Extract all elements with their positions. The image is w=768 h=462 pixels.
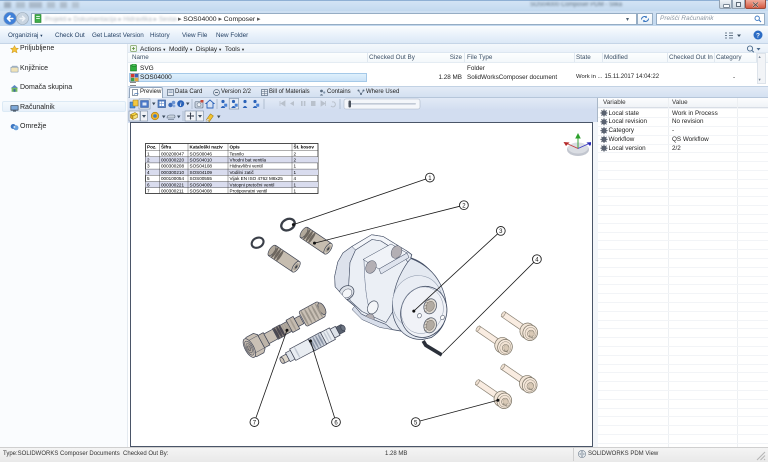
svg-text:SOS04109: SOS04109 — [190, 169, 213, 174]
svg-text:SOS00555: SOS00555 — [190, 176, 213, 181]
svg-text:Vhodni bat ventila: Vhodni bat ventila — [230, 157, 267, 162]
svg-text:SOS04108: SOS04108 — [190, 163, 213, 168]
svg-text:2: 2 — [294, 157, 297, 162]
svg-text:000300208: 000300208 — [161, 163, 184, 168]
svg-text:1: 1 — [294, 163, 297, 168]
svg-text:5: 5 — [147, 176, 150, 181]
svg-text:Kataloški naziv: Kataloški naziv — [190, 144, 224, 149]
svg-text:2: 2 — [294, 151, 297, 156]
svg-text:SOS00046: SOS00046 — [190, 151, 213, 156]
svg-text:000100054: 000100054 — [161, 176, 184, 181]
svg-text:Vstopni pretočni ventil: Vstopni pretočni ventil — [230, 182, 275, 187]
svg-text:Poz.: Poz. — [147, 144, 156, 149]
svg-text:1: 1 — [294, 182, 297, 187]
svg-text:SOS04009: SOS04009 — [190, 182, 213, 187]
svg-text:Šifra: Šifra — [161, 142, 172, 149]
svg-text:000200047: 000200047 — [161, 151, 184, 156]
svg-text:7: 7 — [147, 188, 150, 193]
svg-text:Št. kosov: Št. kosov — [294, 142, 315, 149]
svg-text:000300211: 000300211 — [161, 188, 184, 193]
svg-text:Opis: Opis — [230, 144, 241, 149]
svg-text:Tesnilo: Tesnilo — [230, 151, 245, 156]
svg-text:Vodilni zatič: Vodilni zatič — [230, 169, 255, 174]
svg-text:Hidravlični ventil: Hidravlični ventil — [230, 163, 263, 168]
svg-text:?: ? — [756, 32, 760, 39]
svg-text:Protipovratni ventil: Protipovratni ventil — [230, 188, 268, 193]
svg-text:000300221: 000300221 — [161, 182, 184, 187]
svg-text:1: 1 — [294, 188, 297, 193]
svg-text:000300210: 000300210 — [161, 169, 184, 174]
svg-text:SOS04010: SOS04010 — [190, 157, 213, 162]
svg-text:4: 4 — [147, 169, 150, 174]
svg-text:SOS04008: SOS04008 — [190, 188, 213, 193]
svg-text:1: 1 — [147, 151, 150, 156]
svg-text:3: 3 — [147, 163, 150, 168]
svg-text:000300220: 000300220 — [161, 157, 184, 162]
svg-text:6: 6 — [147, 182, 150, 187]
svg-text:1: 1 — [294, 169, 297, 174]
svg-text:Vijak EN ISO 4762 M8x25: Vijak EN ISO 4762 M8x25 — [230, 176, 284, 181]
svg-text:4: 4 — [294, 176, 297, 181]
svg-text:2: 2 — [147, 157, 150, 162]
